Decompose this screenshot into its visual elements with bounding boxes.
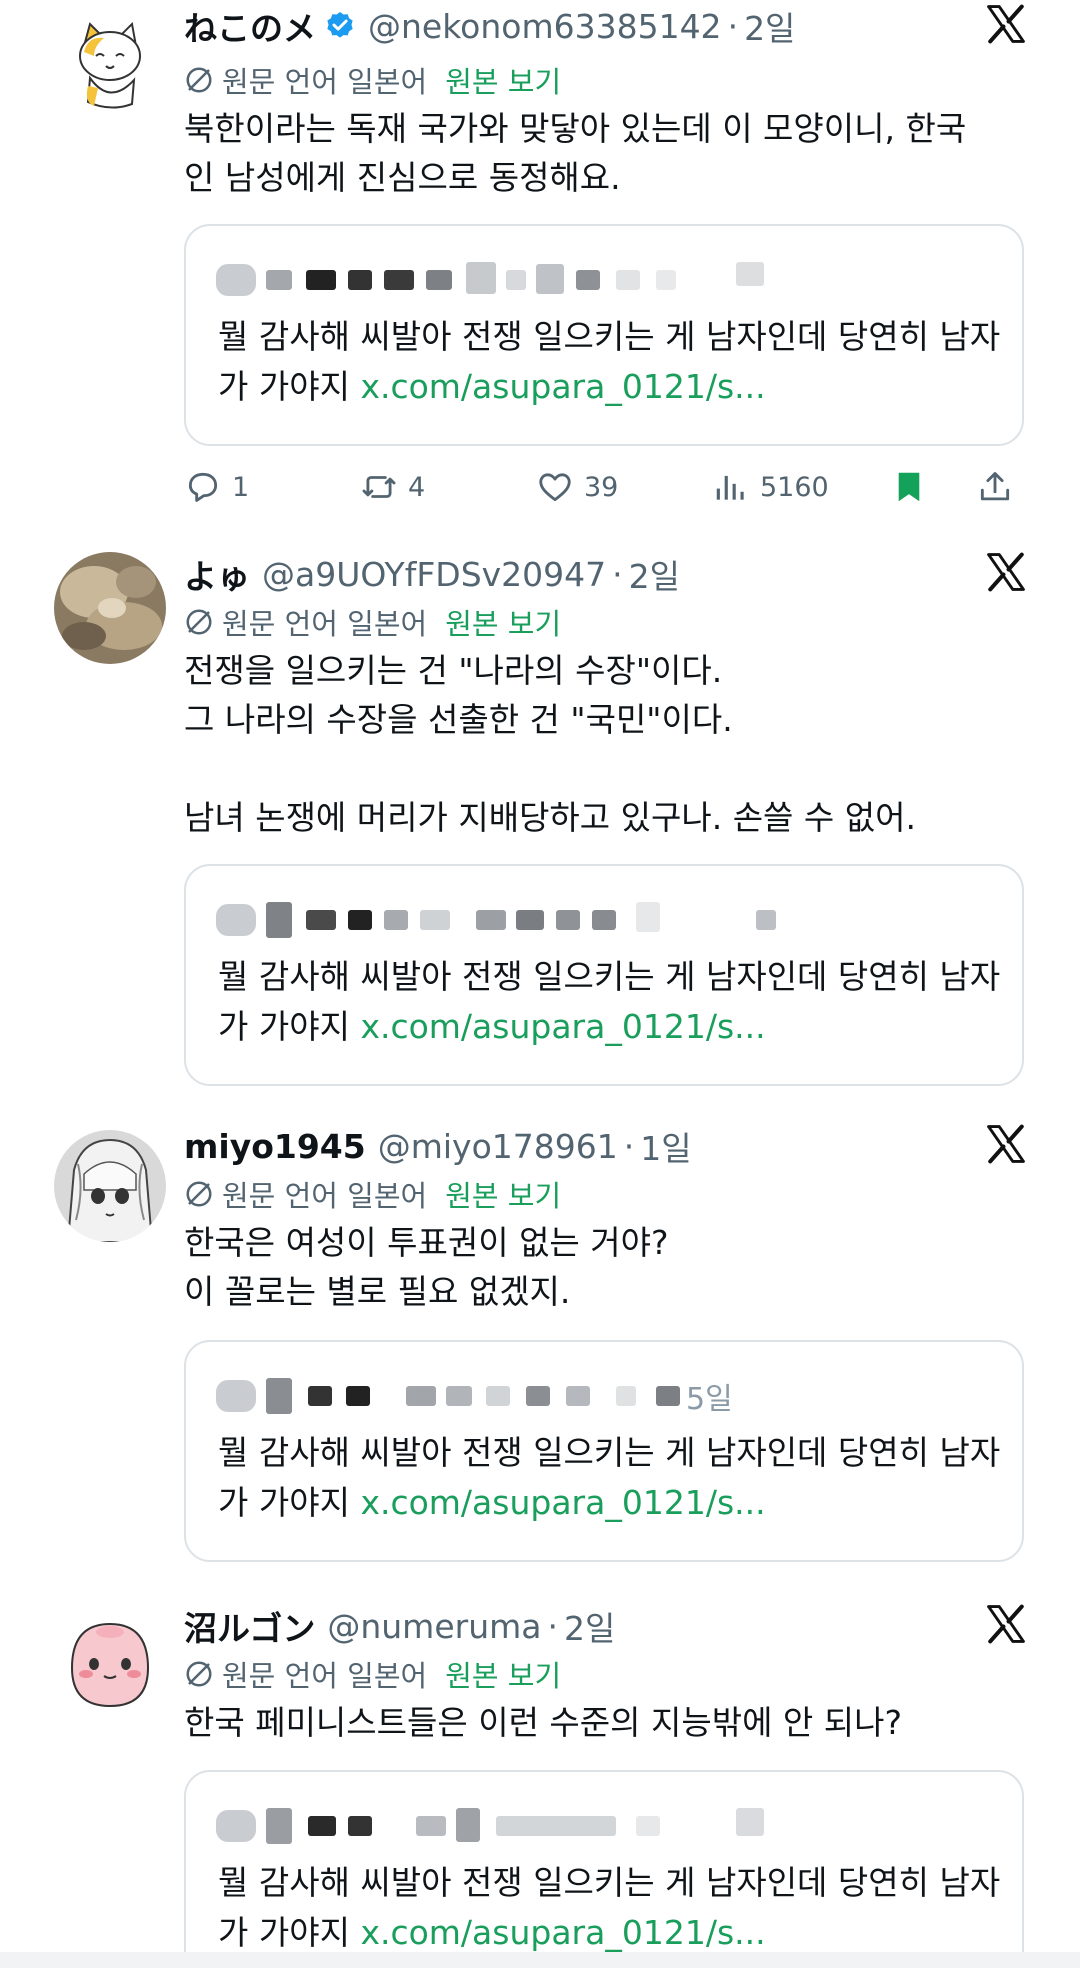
handle[interactable]: @miyo178961 — [378, 1127, 618, 1166]
avatar[interactable] — [54, 6, 166, 118]
display-name[interactable]: ねこのメ — [184, 2, 316, 50]
show-original-link[interactable]: 원본 보기 — [445, 601, 561, 643]
tweet-feed: ねこのメ @nekonom63385142 · 2일 원문 언어 일본어 원본 … — [0, 0, 1080, 1968]
quoted-text: 뭘 감사해 씨발아 전쟁 일으키는 게 남자인데 당연히 남자가 가야지 x.c… — [218, 312, 1008, 412]
post-header: miyo1945 @miyo178961 · 1일 — [184, 1120, 692, 1172]
quoted-text: 뭘 감사해 씨발아 전쟁 일으키는 게 남자인데 당연히 남자가 가야지 x.c… — [218, 952, 1008, 1052]
handle[interactable]: @numeruma — [327, 1607, 541, 1646]
post-text: 전쟁을 일으키는 건 "나라의 수장"이다. 그 나라의 수장을 선출한 건 "… — [184, 646, 1024, 842]
anime-avatar-icon — [54, 1130, 166, 1242]
translate-icon — [186, 1661, 212, 1687]
avatar[interactable] — [54, 1606, 166, 1718]
mascot-avatar-icon — [54, 1606, 166, 1718]
translation-label: 원문 언어 일본어 — [222, 607, 428, 641]
quoted-tweet[interactable]: 뭘 감사해 씨발아 전쟁 일으키는 게 남자인데 당연히 남자가 가야지 x.c… — [184, 1770, 1024, 1968]
separator-dot: · — [612, 554, 623, 594]
avatar[interactable] — [54, 552, 166, 664]
blurred-author — [216, 262, 776, 302]
separator-dot: · — [727, 6, 739, 46]
quoted-tweet[interactable]: 뭘 감사해 씨발아 전쟁 일으키는 게 남자인데 당연히 남자가 가야지 x.c… — [184, 224, 1024, 446]
quoted-tweet[interactable]: 뭘 감사해 씨발아 전쟁 일으키는 게 남자인데 당연히 남자가 가야지 x.c… — [184, 864, 1024, 1086]
reply-count: 1 — [232, 471, 250, 503]
bookmark-filled-icon — [898, 472, 920, 502]
quoted-date: 5일 — [686, 1382, 733, 1417]
post-header: 沼ルゴン @numeruma · 2일 — [184, 1600, 615, 1652]
post-text: 한국 페미니스트들은 이런 수준의 지능밖에 안 되나? — [184, 1698, 1024, 1747]
text-line: 한국 페미니스트들은 이런 수준의 지능밖에 안 되나? — [184, 1703, 903, 1742]
retweet-count: 4 — [408, 471, 426, 503]
translation-bar: 원문 언어 일본어 원본 보기 — [184, 1652, 561, 1696]
translation-label: 원문 언어 일본어 — [222, 65, 428, 99]
views-button[interactable]: 5160 — [712, 462, 829, 512]
translation-bar: 원문 언어 일본어 원본 보기 — [184, 600, 561, 644]
text-line: 북한이라는 독재 국가와 맞닿아 있는데 이 모양이니, 한국 — [184, 109, 967, 148]
separator-dot: · — [547, 1606, 558, 1646]
like-button[interactable]: 39 — [536, 462, 618, 512]
share-button[interactable] — [976, 462, 1024, 512]
translation-label: 원문 언어 일본어 — [222, 1179, 428, 1213]
bookmark-button[interactable] — [890, 462, 938, 512]
show-original-link[interactable]: 원본 보기 — [445, 59, 561, 101]
heart-icon — [539, 473, 571, 502]
translation-bar: 원문 언어 일본어 원본 보기 — [184, 1172, 561, 1216]
translate-icon — [186, 67, 212, 93]
bottom-edge — [0, 1952, 1080, 1968]
post-header: よゅ @a9UOYfFDSv20947 · 2일 — [184, 548, 680, 600]
x-logo-icon[interactable] — [984, 1602, 1028, 1646]
cat-avatar-icon — [54, 6, 166, 118]
separator-dot: · — [623, 1126, 635, 1166]
text-line — [184, 744, 1024, 793]
timestamp[interactable]: 2일 — [629, 550, 680, 598]
blurred-author — [216, 1808, 776, 1848]
share-icon — [980, 472, 1010, 501]
timestamp[interactable]: 2일 — [564, 1602, 615, 1650]
show-original-link[interactable]: 원본 보기 — [445, 1173, 561, 1215]
reply-button[interactable]: 1 — [184, 462, 249, 512]
handle[interactable]: @nekonom63385142 — [368, 7, 722, 46]
retweet-button[interactable]: 4 — [360, 462, 425, 512]
reply-icon — [188, 472, 218, 502]
quoted-link[interactable]: x.com/asupara_0121/s... — [360, 1007, 765, 1046]
display-name[interactable]: よゅ — [184, 550, 250, 598]
translate-icon — [186, 609, 212, 635]
display-name[interactable]: miyo1945 — [184, 1127, 366, 1166]
text-line: 한국은 여성이 투표권이 없는 거야? — [184, 1223, 669, 1262]
post-text: 북한이라는 독재 국가와 맞닿아 있는데 이 모양이니, 한국 인 남성에게 진… — [184, 104, 1024, 202]
translate-icon — [186, 1181, 212, 1207]
text-line: 전쟁을 일으키는 건 "나라의 수장"이다. — [184, 651, 723, 690]
quoted-link[interactable]: x.com/asupara_0121/s... — [360, 367, 765, 406]
show-original-link[interactable]: 원본 보기 — [445, 1653, 561, 1695]
photo-avatar-icon — [54, 552, 166, 664]
quoted-tweet[interactable]: 5일 뭘 감사해 씨발아 전쟁 일으키는 게 남자인데 당연히 남자가 가야지 … — [184, 1340, 1024, 1562]
retweet-icon — [362, 476, 396, 498]
timestamp[interactable]: 1일 — [640, 1122, 691, 1170]
x-logo-icon[interactable] — [984, 550, 1028, 594]
text-line: 인 남성에게 진심으로 동정해요. — [184, 158, 621, 197]
handle[interactable]: @a9UOYfFDSv20947 — [262, 555, 606, 594]
avatar[interactable] — [54, 1130, 166, 1242]
views-chart-icon — [716, 475, 744, 500]
text-line: 남녀 논쟁에 머리가 지배당하고 있구나. 손쓸 수 없어. — [184, 798, 916, 837]
quoted-text: 뭘 감사해 씨발아 전쟁 일으키는 게 남자인데 당연히 남자가 가야지 x.c… — [218, 1858, 1008, 1958]
like-count: 39 — [584, 471, 619, 503]
views-count: 5160 — [760, 471, 829, 503]
x-logo-icon[interactable] — [984, 1122, 1028, 1166]
translation-bar: 원문 언어 일본어 원본 보기 — [184, 58, 561, 102]
quoted-text: 뭘 감사해 씨발아 전쟁 일으키는 게 남자인데 당연히 남자가 가야지 x.c… — [218, 1428, 1008, 1528]
quoted-link[interactable]: x.com/asupara_0121/s... — [360, 1913, 765, 1952]
verified-badge-icon — [327, 12, 353, 38]
text-line: 그 나라의 수장을 선출한 건 "국민"이다. — [184, 700, 733, 739]
x-logo-icon[interactable] — [984, 2, 1028, 46]
post-header: ねこのメ @nekonom63385142 · 2일 — [184, 0, 795, 52]
display-name[interactable]: 沼ルゴン — [184, 1602, 315, 1650]
timestamp[interactable]: 2일 — [744, 2, 795, 50]
translation-label: 원문 언어 일본어 — [222, 1659, 428, 1693]
blurred-author — [216, 902, 776, 942]
action-bar: 1 4 39 5160 — [184, 462, 1024, 512]
text-line: 이 꼴로는 별로 필요 없겠지. — [184, 1272, 571, 1311]
quoted-link[interactable]: x.com/asupara_0121/s... — [360, 1483, 765, 1522]
post-text: 한국은 여성이 투표권이 없는 거야? 이 꼴로는 별로 필요 없겠지. — [184, 1218, 1024, 1316]
